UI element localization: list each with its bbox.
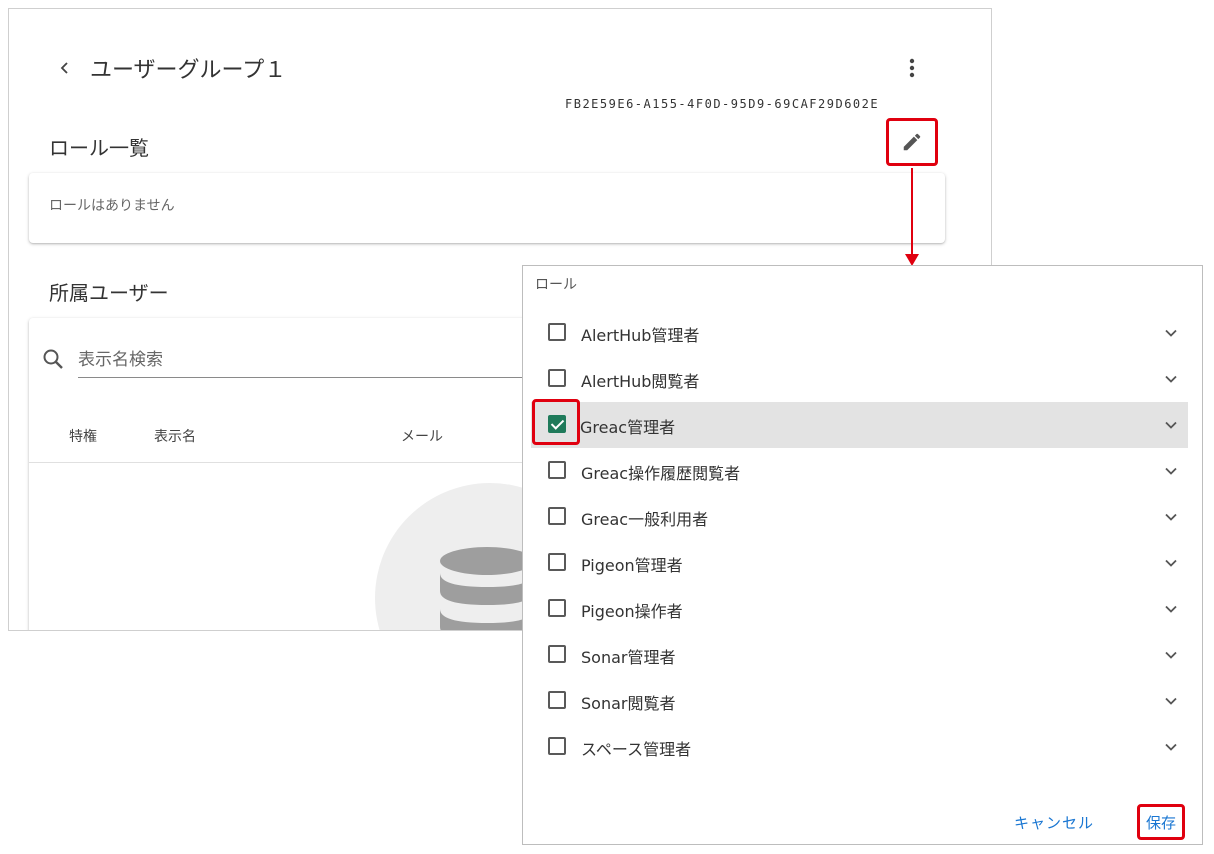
- page-title: ユーザーグループ１: [90, 58, 287, 83]
- chevron-down-icon[interactable]: [1164, 326, 1178, 340]
- role-list: AlertHub管理者 AlertHub閲覧者 Greac管理者 Greac操作履歴閲…: [523, 310, 1202, 770]
- role-item[interactable]: Greac管理者: [531, 399, 1188, 448]
- role-item[interactable]: Sonar閲覧者: [531, 678, 1188, 724]
- role-label: Greac操作履歴閲覧者: [581, 464, 741, 483]
- chevron-left-icon: [60, 62, 68, 74]
- chevron-down-icon[interactable]: [1164, 648, 1178, 662]
- table-header-divider: [29, 462, 549, 463]
- role-item[interactable]: Pigeon管理者: [531, 540, 1188, 586]
- role-label: AlertHub管理者: [581, 326, 700, 345]
- role-item[interactable]: Sonar管理者: [531, 632, 1188, 678]
- roles-card: ロールはありません: [29, 173, 945, 243]
- role-checkbox[interactable]: [548, 323, 566, 341]
- chevron-down-icon[interactable]: [1164, 556, 1178, 570]
- chevron-down-icon[interactable]: [1164, 464, 1178, 478]
- dialog-label: ロール: [535, 277, 577, 293]
- save-button[interactable]: 保存: [1137, 804, 1185, 840]
- roles-section-title: ロール一覧: [49, 136, 149, 160]
- role-label: Pigeon操作者: [581, 602, 683, 621]
- role-item[interactable]: スペース管理者: [531, 724, 1188, 770]
- chevron-down-icon[interactable]: [1164, 602, 1178, 616]
- chevron-down-icon[interactable]: [1164, 694, 1178, 708]
- more-vert-icon: [909, 58, 915, 78]
- column-header-privilege: 特権: [69, 429, 97, 445]
- chevron-down-icon[interactable]: [1164, 372, 1178, 386]
- annotation-arrow-line: [911, 168, 913, 256]
- members-section-title: 所属ユーザー: [49, 281, 169, 305]
- more-menu-button[interactable]: [899, 54, 925, 82]
- role-checkbox[interactable]: [548, 599, 566, 617]
- back-button[interactable]: [53, 56, 77, 80]
- column-header-email: メール: [401, 429, 443, 445]
- role-item[interactable]: AlertHub閲覧者: [531, 356, 1188, 402]
- search-icon: [43, 349, 63, 369]
- role-label: Greac一般利用者: [581, 510, 709, 529]
- role-checkbox[interactable]: [548, 645, 566, 663]
- role-select-dialog: ロール AlertHub管理者 AlertHub閲覧者 Greac管理者 Greac操…: [522, 265, 1203, 845]
- column-header-display-name: 表示名: [154, 429, 196, 445]
- empty-roles-text: ロールはありません: [49, 198, 175, 214]
- checkbox-highlight-frame: [532, 399, 580, 445]
- role-item[interactable]: Greac操作履歴閲覧者: [531, 448, 1188, 494]
- role-label: Sonar閲覧者: [581, 694, 676, 713]
- chevron-down-icon[interactable]: [1164, 510, 1178, 524]
- role-item[interactable]: Pigeon操作者: [531, 586, 1188, 632]
- display-name-search-input[interactable]: [78, 343, 538, 378]
- role-label: AlertHub閲覧者: [581, 372, 700, 391]
- role-checkbox[interactable]: [548, 553, 566, 571]
- role-label: Pigeon管理者: [581, 556, 683, 575]
- role-checkbox[interactable]: [548, 461, 566, 479]
- role-item[interactable]: AlertHub管理者: [531, 310, 1188, 356]
- role-checkbox[interactable]: [548, 737, 566, 755]
- role-checkbox[interactable]: [548, 507, 566, 525]
- group-id: FB2E59E6-A155-4F0D-95D9-69CAF29D602E: [565, 97, 880, 111]
- edit-roles-button[interactable]: [886, 118, 938, 166]
- role-item[interactable]: Greac一般利用者: [531, 494, 1188, 540]
- role-label: Sonar管理者: [581, 648, 676, 667]
- cancel-button[interactable]: キャンセル: [1014, 812, 1094, 833]
- role-checkbox[interactable]: [548, 369, 566, 387]
- chevron-down-icon[interactable]: [1164, 740, 1178, 754]
- pencil-icon: [903, 133, 921, 151]
- role-label: Greac管理者: [580, 418, 676, 437]
- role-label: スペース管理者: [581, 740, 692, 759]
- role-checkbox[interactable]: [548, 691, 566, 709]
- chevron-down-icon[interactable]: [1164, 418, 1178, 432]
